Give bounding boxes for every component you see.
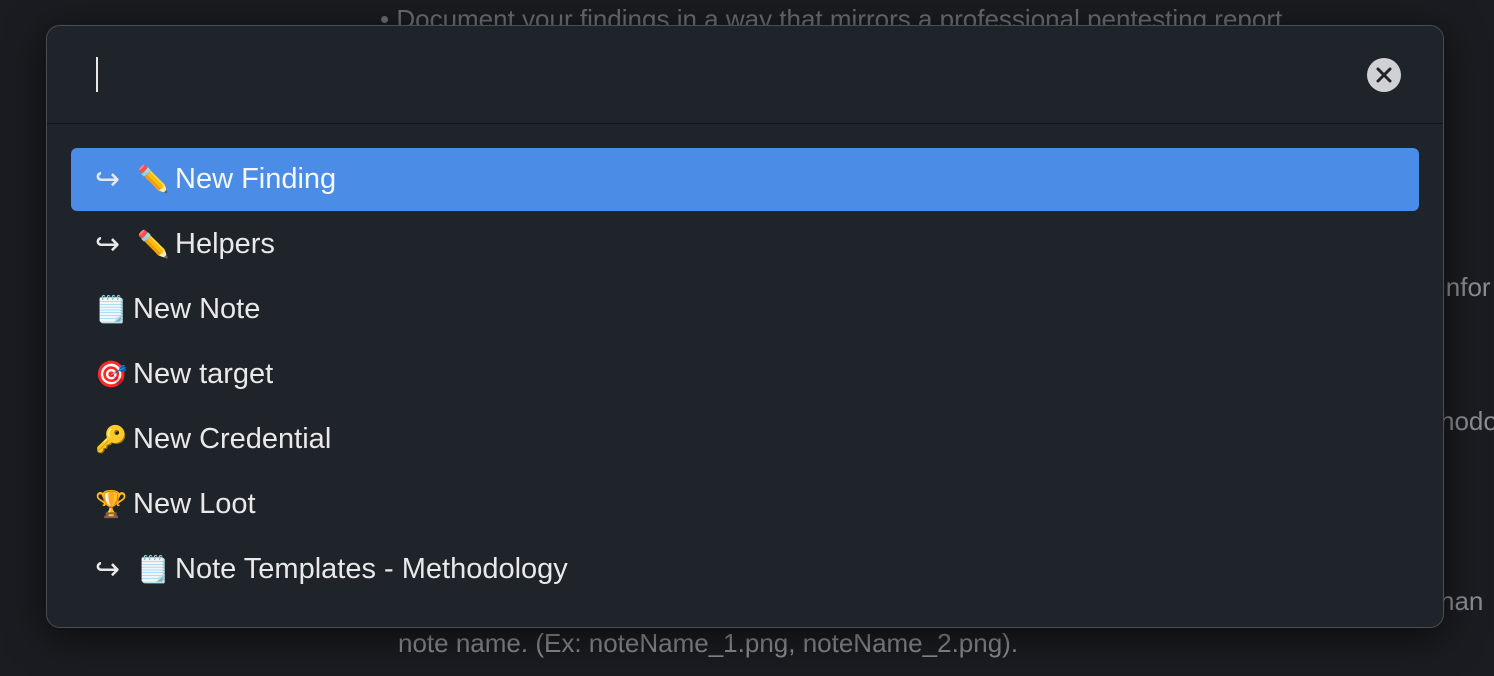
command-item[interactable]: ↪ 🗒️ Note Templates - Methodology bbox=[71, 538, 1419, 601]
search-input[interactable] bbox=[95, 54, 1349, 96]
command-item[interactable]: ↪ ✏️ New Finding bbox=[71, 148, 1419, 211]
notepad-icon: 🗒️ bbox=[95, 294, 128, 324]
command-list: ↪ ✏️ New Finding ↪ ✏️ Helpers 🗒️ New Note 🎯 New t… bbox=[71, 148, 1419, 603]
pencil-icon: ✏️ bbox=[137, 164, 170, 194]
background-text-right-2: hodo bbox=[1440, 406, 1494, 436]
command-item[interactable]: 🔑 New Credential bbox=[71, 408, 1419, 471]
redirect-arrow-icon: ↪ bbox=[95, 228, 121, 261]
command-item[interactable]: 🎯 New target bbox=[71, 343, 1419, 406]
background-text-right-1: infor bbox=[1440, 272, 1491, 302]
clear-search-button[interactable] bbox=[1367, 58, 1401, 92]
command-label: New Loot bbox=[133, 488, 256, 520]
pencil-icon: ✏️ bbox=[137, 229, 170, 259]
background-text-right-3: han bbox=[1440, 586, 1484, 616]
command-item[interactable]: 🏆 New Loot bbox=[71, 473, 1419, 536]
key-icon: 🔑 bbox=[95, 424, 128, 454]
trophy-icon: 🏆 bbox=[95, 489, 128, 519]
redirect-arrow-icon: ↪ bbox=[95, 163, 121, 196]
command-label: New Note bbox=[133, 293, 261, 325]
text-caret bbox=[96, 57, 98, 92]
background-text-bottom: note name. (Ex: noteName_1.png, noteName… bbox=[398, 628, 1019, 658]
command-label: New target bbox=[133, 358, 274, 390]
notepad-icon: 🗒️ bbox=[137, 554, 170, 584]
target-icon: 🎯 bbox=[95, 359, 128, 389]
search-bar bbox=[47, 26, 1443, 124]
command-item[interactable]: ↪ ✏️ Helpers bbox=[71, 213, 1419, 276]
command-label: New Finding bbox=[175, 163, 337, 195]
redirect-arrow-icon: ↪ bbox=[95, 553, 121, 586]
command-label: New Credential bbox=[133, 423, 332, 455]
command-item[interactable]: 🗒️ New Note bbox=[71, 278, 1419, 341]
command-palette: ↪ ✏️ New Finding ↪ ✏️ Helpers 🗒️ New Note 🎯 New t… bbox=[46, 25, 1444, 628]
command-label: Helpers bbox=[175, 228, 275, 260]
command-label: Note Templates - Methodology bbox=[175, 553, 568, 585]
close-icon bbox=[1376, 67, 1392, 83]
